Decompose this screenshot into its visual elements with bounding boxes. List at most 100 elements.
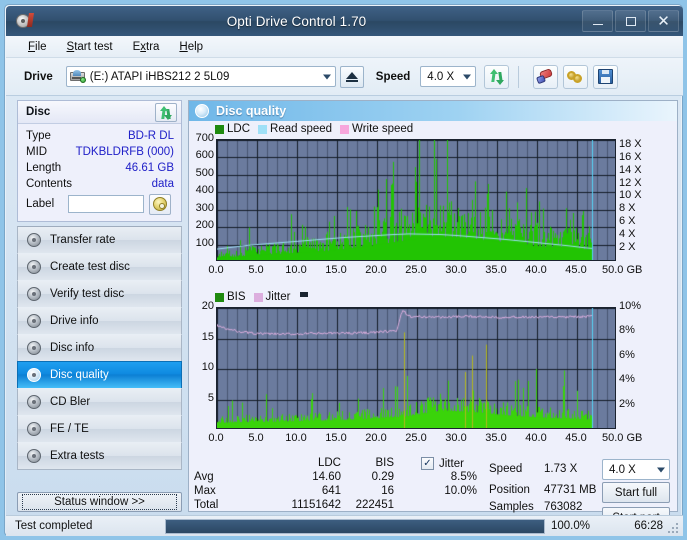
erase-button[interactable] (533, 64, 559, 89)
main-panel: Disc quality LDC Read speed Write speed … (188, 100, 678, 528)
legend-label: BIS (227, 291, 246, 303)
y-axis-bottom-tick: 15 (201, 330, 214, 343)
maximize-button[interactable] (615, 10, 646, 32)
disc-label-input[interactable] (68, 195, 144, 213)
elapsed-time: 66:28 (634, 520, 663, 532)
y2-axis-bottom-tick: 8% (619, 324, 635, 337)
legend-label: Read speed (270, 123, 333, 135)
plot-area-bottom[interactable] (216, 307, 616, 429)
disc-row-key: Type (26, 130, 51, 142)
sidebar-item-fe-te[interactable]: FE / TE (17, 415, 182, 443)
legend-swatch-extra (300, 291, 309, 297)
plot-area-top[interactable] (216, 139, 616, 261)
x-axis-bottom-tick: 15.0 (325, 432, 347, 444)
drive-icon (69, 70, 86, 83)
y2-axis-bottom-tick: 2% (619, 397, 635, 410)
disc-label-button[interactable] (149, 193, 171, 215)
refresh-button[interactable] (484, 64, 510, 89)
x-axis-bottom-tick: 20.0 (365, 432, 387, 444)
panel-body: LDC Read speed Write speed 100 200 300 4… (189, 121, 677, 528)
legend-swatch (215, 124, 224, 134)
refresh-icon (159, 105, 173, 120)
sidebar-item-label: CD Bler (50, 396, 91, 408)
test-speed-select[interactable]: 4.0 X (602, 459, 670, 480)
chart-bis-jitter: BIS Jitter 5 10 15 20 2% 4% 6% 8% 10% 0.0 5.0 10.… (189, 289, 677, 454)
x-axis-bottom-tick: 35.0 (485, 432, 507, 444)
speed-select-value: 4.0 X (427, 70, 455, 83)
y-axis-top-tick: 100 (195, 236, 214, 249)
rings-button[interactable] (563, 64, 589, 89)
stats-bis-max: 16 (381, 485, 394, 497)
legend-item-jitter: Jitter (253, 291, 291, 303)
menu-start-test[interactable]: Start test (67, 41, 113, 53)
eject-button[interactable] (339, 65, 364, 88)
disc-create-icon (27, 259, 42, 275)
y2-axis-top-tick: 2 X (619, 241, 636, 254)
disc-quality-icon (195, 104, 209, 118)
y-axis-top-tick: 200 (195, 219, 214, 232)
sidebar-item-cd-bler[interactable]: CD Bler (17, 388, 182, 416)
menu-file[interactable]: File (28, 41, 47, 53)
sidebar-item-create-test-disc[interactable]: Create test disc (17, 253, 182, 281)
disc-rows: Type BD-R DL MID TDKBLDRFB (000) Length … (18, 125, 181, 215)
sidebar-item-transfer-rate[interactable]: Transfer rate (17, 226, 182, 254)
x-axis-bottom-tick: 45.0 (565, 432, 587, 444)
sidebar-item-disc-info[interactable]: Disc info (17, 334, 182, 362)
y2-axis-top-tick: 6 X (619, 215, 636, 228)
sidebar-item-verify-test-disc[interactable]: Verify test disc (17, 280, 182, 308)
x-axis-top-tick: 10.0 (285, 264, 307, 276)
save-button[interactable] (593, 64, 619, 89)
application-window: Opti Drive Control 1.70 ✕ File Start tes… (4, 4, 683, 536)
resize-grip[interactable] (668, 523, 678, 533)
y-axis-top-tick: 700 (195, 132, 214, 144)
speed-select[interactable]: 4.0 X (420, 66, 477, 87)
sidebar-item-label: Transfer rate (50, 234, 116, 246)
jitter-checkbox[interactable]: ✓ (421, 457, 434, 470)
stats-header-bis: BIS (375, 457, 394, 469)
y2-axis-bottom-tick: 4% (619, 373, 635, 386)
x-axis-top-tick: 5.0 (248, 264, 264, 276)
disc-row-contents: Contents data (26, 176, 174, 192)
app-disc-icon (15, 12, 34, 30)
disc-refresh-button[interactable] (155, 103, 177, 122)
sidebar-item-drive-info[interactable]: Drive info (17, 307, 182, 335)
disc-bler-icon (27, 394, 42, 410)
x-axis-bottom-tick: 25.0 (405, 432, 427, 444)
sidebar-item-label: Verify test disc (50, 288, 125, 300)
panel-header: Disc quality (189, 101, 677, 121)
y2-axis-bottom-tick: 6% (619, 348, 635, 361)
chevron-down-icon (657, 467, 665, 472)
y2-axis-top-tick: 8 X (619, 202, 636, 215)
legend-item-write-speed: Write speed (340, 123, 413, 135)
menu-extra[interactable]: Extra (133, 41, 160, 53)
stats-ldc-avg: 14.60 (312, 471, 341, 483)
stats-row-label-total: Total (194, 499, 219, 511)
jitter-label: Jitter (439, 458, 464, 470)
y-axis-top-tick: 500 (195, 166, 214, 179)
minimize-button[interactable] (582, 10, 613, 32)
legend-label: Jitter (265, 291, 291, 303)
stats-area: LDC BIS Avg 14.60 0.29 Max 641 16 Total … (189, 457, 677, 528)
disc-info-icon (27, 340, 42, 356)
status-window-button[interactable]: Status window >> (17, 492, 182, 512)
test-speed-value: 4.0 X (609, 463, 636, 476)
disc-row-key: Contents (26, 178, 73, 190)
stats-ldc-max: 641 (321, 485, 341, 497)
title-bar: Opti Drive Control 1.70 ✕ (6, 6, 683, 36)
drive-select[interactable]: (E:) ATAPI iHBS212 2 5L09 (65, 66, 336, 87)
close-icon[interactable]: ✕ (648, 10, 679, 32)
start-full-button[interactable]: Start full (602, 482, 670, 503)
chart-legend-bottom: BIS Jitter (215, 291, 311, 303)
y-axis-bottom-tick: 5 (207, 391, 214, 404)
x-axis-top-tick: 15.0 (325, 264, 347, 276)
menu-help[interactable]: Help (179, 41, 203, 53)
toolbar: Drive (E:) ATAPI iHBS212 2 5L09 Speed 4.… (6, 58, 683, 96)
stats-ldc-total: 11151642 (291, 499, 341, 511)
content-area: Disc Type BD-R DL MID TDKBLDRFB (000) Le… (6, 96, 683, 528)
legend-item-bis: BIS (215, 291, 246, 303)
legend-label: LDC (227, 123, 251, 135)
sidebar-item-extra-tests[interactable]: Extra tests (17, 442, 182, 470)
y-axis-top-tick: 300 (195, 201, 214, 214)
disc-extra-icon (27, 448, 42, 464)
sidebar-item-disc-quality[interactable]: Disc quality (17, 361, 182, 389)
